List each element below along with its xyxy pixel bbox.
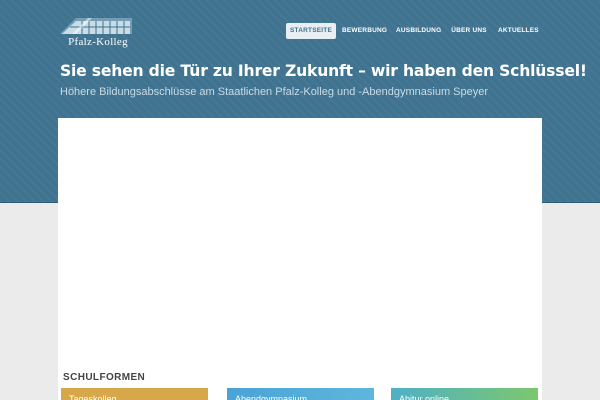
card-abendgymnasium[interactable]: Abendgymnasium: [227, 388, 374, 400]
nav-item-bewerbung[interactable]: BEWERBUNG: [342, 23, 387, 39]
nav-item-startseite[interactable]: STARTSEITE: [286, 23, 336, 39]
hero-subline: Höhere Bildungsabschlüsse am Staatlichen…: [60, 86, 489, 98]
main-navigation: STARTSEITE BEWERBUNG AUSBILDUNG ÜBER UNS…: [0, 23, 600, 39]
hero-headline: Sie sehen die Tür zu Ihrer Zukunft – wir…: [60, 62, 587, 80]
nav-item-ausbildung[interactable]: AUSBILDUNG: [396, 23, 441, 39]
nav-item-aktuelles[interactable]: AKTUELLES: [498, 23, 539, 39]
main-content-panel: [58, 118, 542, 400]
card-abitur-online[interactable]: Abitur online: [391, 388, 538, 400]
card-tageskolleg[interactable]: Tageskolleg: [61, 388, 208, 400]
nav-item-ueber-uns[interactable]: ÜBER UNS: [450, 23, 488, 39]
schulformen-heading: SCHULFORMEN: [63, 372, 146, 383]
